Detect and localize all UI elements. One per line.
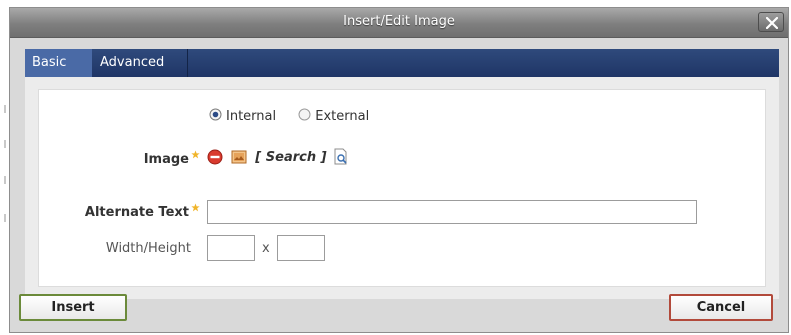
close-icon bbox=[766, 17, 778, 29]
image-thumbnail-icon[interactable] bbox=[231, 149, 247, 165]
image-label: Image bbox=[143, 152, 189, 167]
dialog-title: Insert/Edit Image bbox=[343, 14, 455, 29]
alternate-text-input[interactable] bbox=[207, 200, 697, 224]
basic-panel: Internal External Image [Search] Alter… bbox=[25, 77, 779, 299]
insert-button[interactable]: Insert bbox=[19, 294, 127, 321]
radio-external-label[interactable]: External bbox=[315, 109, 369, 124]
required-star-icon bbox=[191, 203, 200, 212]
remove-icon[interactable] bbox=[207, 149, 223, 165]
cancel-button[interactable]: Cancel bbox=[669, 294, 773, 321]
width-height-label: Width/Height bbox=[105, 241, 191, 256]
tab-bar: Basic Advanced bbox=[25, 49, 779, 77]
background-mark bbox=[4, 176, 6, 184]
search-link[interactable]: [ Search ] bbox=[255, 150, 326, 165]
tab-advanced[interactable]: Advanced bbox=[93, 49, 188, 77]
radio-selected-icon bbox=[209, 108, 222, 121]
radio-internal[interactable] bbox=[209, 108, 222, 125]
search-bracket-open: [ bbox=[255, 149, 262, 165]
radio-unselected-icon bbox=[298, 108, 311, 121]
tab-basic[interactable]: Basic bbox=[25, 49, 92, 77]
radio-external[interactable] bbox=[298, 108, 311, 125]
background-mark bbox=[4, 140, 6, 148]
required-star-icon bbox=[191, 150, 200, 159]
search-document-icon[interactable] bbox=[333, 148, 349, 166]
width-input[interactable] bbox=[207, 235, 255, 261]
image-picker-row: [ Search ] bbox=[207, 148, 349, 166]
dimension-separator: x bbox=[262, 241, 270, 256]
background-mark bbox=[4, 105, 6, 113]
basic-form: Internal External Image [Search] Alter… bbox=[38, 89, 766, 287]
dialog-titlebar[interactable]: Insert/Edit Image bbox=[10, 8, 788, 38]
insert-edit-image-dialog: Insert/Edit Image Basic Advanced Interna… bbox=[9, 7, 789, 333]
alternate-text-label: Alternate Text bbox=[84, 205, 189, 220]
source-radio-group: Internal External bbox=[209, 108, 387, 125]
background-mark bbox=[4, 214, 6, 222]
search-link-text[interactable]: Search bbox=[266, 150, 316, 165]
close-button[interactable] bbox=[758, 12, 784, 32]
radio-internal-label[interactable]: Internal bbox=[226, 109, 276, 124]
search-bracket-close: ] bbox=[320, 149, 327, 165]
height-input[interactable] bbox=[277, 235, 325, 261]
